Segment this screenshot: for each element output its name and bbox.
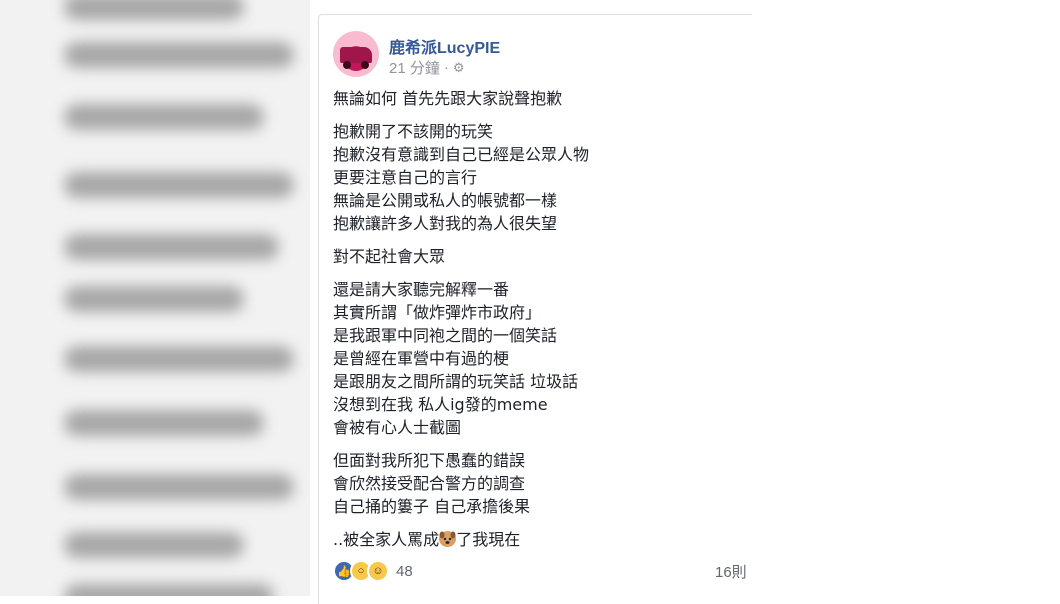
facebook-post: 鹿希派LucyPIE 21 分鐘 · ⚙ 無論如何 首先先跟大家說聲抱歉 抱歉開… — [318, 14, 752, 604]
reaction-count: 48 — [396, 562, 413, 580]
post-line: 其實所謂「做炸彈炸市政府」 — [333, 303, 542, 322]
post-line: 是曾經在軍營中有過的梗 — [333, 349, 510, 368]
gear-icon[interactable]: ⚙ — [453, 60, 465, 76]
right-background — [752, 0, 1060, 596]
post-line: 更要注意自己的言行 — [333, 168, 478, 187]
post-footer: 👍 ○ ☺ 48 16則 — [333, 560, 753, 584]
meta-separator: · — [443, 59, 449, 76]
last-line-start: ..被全家人罵成 — [333, 530, 440, 549]
post-line: 抱歉讓許多人對我的為人很失望 — [333, 214, 558, 233]
post-line: 抱歉沒有意識到自己已經是公眾人物 — [333, 145, 590, 164]
comments-count-link[interactable]: 16則 — [715, 561, 747, 582]
post-body: 無論如何 首先先跟大家說聲抱歉 抱歉開了不該開的玩笑 抱歉沒有意識到自己已經是公… — [333, 87, 743, 561]
post-line: 沒想到在我 私人ig發的meme — [333, 395, 548, 414]
post-line: 會欣然接受配合警方的調查 — [333, 474, 526, 493]
post-line: 還是請大家聽完解釋一番 — [333, 280, 510, 299]
post-last-line: ..被全家人罵成 了我現在 — [333, 528, 743, 551]
blurred-background — [0, 0, 310, 596]
post-line: 對不起社會大眾 — [333, 247, 446, 266]
post-line: 自己捅的簍子 自己承擔後果 — [333, 497, 531, 516]
post-paragraph: 抱歉開了不該開的玩笑 抱歉沒有意識到自己已經是公眾人物 更要注意自己的言行 無論… — [333, 120, 743, 235]
reactions-summary[interactable]: 👍 ○ ☺ 48 — [333, 560, 413, 582]
post-paragraph: 無論如何 首先先跟大家說聲抱歉 — [333, 87, 743, 110]
post-line: 會被有心人士截圖 — [333, 418, 462, 437]
post-line: 無論是公開或私人的帳號都一樣 — [333, 191, 558, 210]
haha-icon: ☺ — [367, 560, 389, 582]
post-line: 抱歉開了不該開的玩笑 — [333, 122, 494, 141]
post-paragraph: 對不起社會大眾 — [333, 245, 743, 268]
post-meta: 21 分鐘 · ⚙ — [389, 57, 465, 78]
post-timestamp[interactable]: 21 分鐘 — [389, 57, 440, 78]
post-paragraph: ..被全家人罵成 了我現在 — [333, 528, 743, 551]
post-line: 是我跟軍中同袍之間的一個笑話 — [333, 326, 558, 345]
post-line: 但面對我所犯下愚蠢的錯誤 — [333, 451, 526, 470]
page-name-link[interactable]: 鹿希派LucyPIE — [389, 34, 500, 58]
post-line: 是跟朋友之間所謂的玩笑話 垃圾話 — [333, 372, 579, 391]
post-paragraph: 還是請大家聽完解釋一番 其實所謂「做炸彈炸市政府」 是我跟軍中同袍之間的一個笑話… — [333, 278, 743, 439]
last-line-end: 了我現在 — [456, 530, 521, 549]
page-avatar[interactable] — [333, 31, 379, 77]
post-paragraph: 但面對我所犯下愚蠢的錯誤 會欣然接受配合警方的調查 自己捅的簍子 自己承擔後果 — [333, 449, 743, 518]
post-line: 無論如何 首先先跟大家說聲抱歉 — [333, 89, 563, 108]
dog-face-emoji-icon — [439, 531, 457, 547]
